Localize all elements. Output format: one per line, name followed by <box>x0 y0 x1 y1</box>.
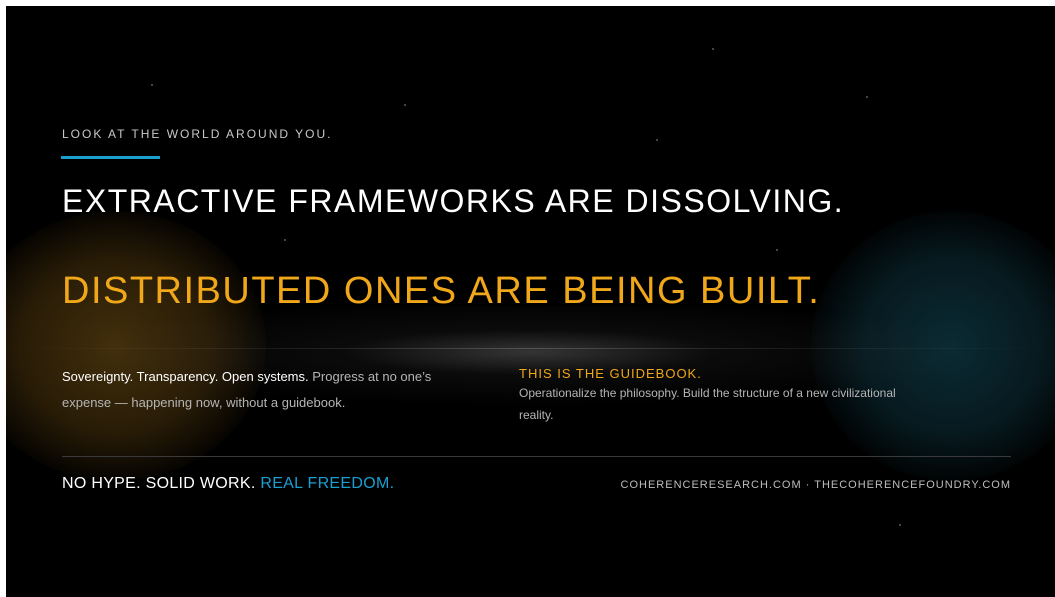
eyebrow-text: LOOK AT THE WORLD AROUND YOU. <box>62 127 333 141</box>
star <box>284 239 286 241</box>
star <box>712 48 714 50</box>
star <box>151 84 153 86</box>
guidebook-body: Operationalize the philosophy. Build the… <box>519 386 896 422</box>
slide: LOOK AT THE WORLD AROUND YOU. EXTRACTIVE… <box>6 6 1055 597</box>
tagline: NO HYPE. SOLID WORK. REAL FREEDOM. <box>62 475 394 493</box>
star <box>656 139 658 141</box>
tagline-plain: NO HYPE. SOLID WORK. <box>62 475 256 492</box>
star <box>404 104 406 106</box>
tagline-accent: REAL FREEDOM. <box>260 475 395 492</box>
headline-primary: EXTRACTIVE FRAMEWORKS ARE DISSOLVING. <box>62 183 845 219</box>
footer-urls: COHERENCERESEARCH.COM · THECOHERENCEFOUN… <box>620 479 1011 491</box>
footer-divider <box>62 456 1011 457</box>
horizon-line <box>6 348 1055 349</box>
intro-paragraph: Sovereignty. Transparency. Open systems.… <box>62 364 482 416</box>
guidebook-title: THIS IS THE GUIDEBOOK. <box>519 366 702 381</box>
accent-underline <box>61 156 160 159</box>
star <box>899 524 901 526</box>
intro-strong: Sovereignty. Transparency. Open systems. <box>62 369 309 384</box>
star <box>776 249 778 251</box>
star <box>866 96 868 98</box>
headline-secondary: DISTRIBUTED ONES ARE BEING BUILT. <box>62 270 821 312</box>
